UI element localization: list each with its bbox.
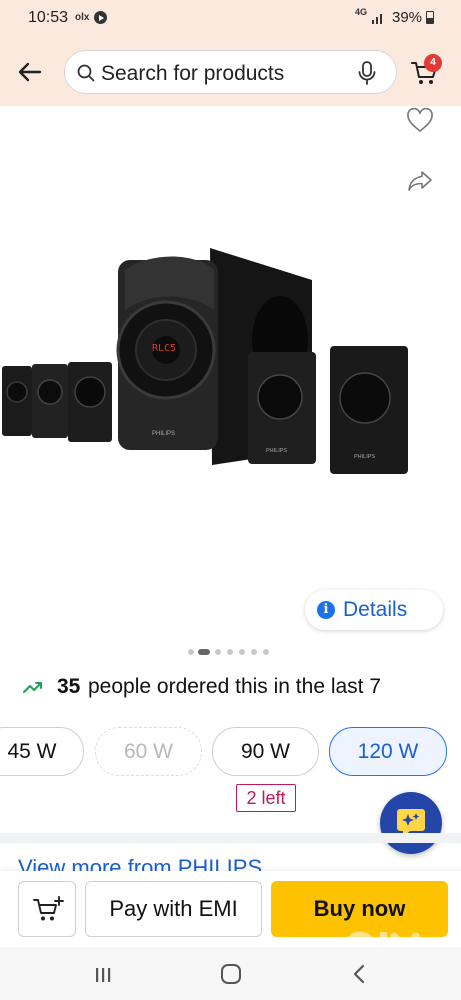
battery-percent: 39%: [392, 9, 423, 26]
arrow-left-icon[interactable]: [14, 56, 46, 88]
satellite-speaker-3: [68, 362, 112, 442]
trending-up-icon: [23, 682, 42, 693]
satellite-speaker-5: PHILIPS: [330, 346, 408, 474]
carousel-dot: [263, 649, 269, 655]
carousel-dot: [215, 649, 221, 655]
olx-notification-icon: olx: [75, 12, 90, 23]
mic-icon[interactable]: [357, 61, 377, 85]
details-button[interactable]: i Details: [305, 590, 443, 630]
variant-chip-60w[interactable]: 60 W: [95, 727, 202, 776]
add-to-cart-button[interactable]: [18, 881, 76, 937]
heart-icon[interactable]: [406, 108, 434, 134]
stock-badge: 2 left: [236, 784, 296, 812]
signal-icon: [372, 14, 382, 24]
carousel-dot: [227, 649, 233, 655]
carousel-dot: [239, 649, 245, 655]
recents-icon[interactable]: [94, 967, 112, 983]
search-placeholder: Search for products: [101, 62, 285, 85]
search-input[interactable]: Search for products: [64, 50, 397, 94]
variant-chip-90w[interactable]: 90 W: [212, 727, 319, 776]
satellite-speaker-2: [32, 364, 68, 438]
back-icon[interactable]: [352, 964, 366, 984]
carousel-dot-active: [198, 649, 210, 655]
ai-assistant-button[interactable]: [380, 792, 442, 854]
pay-with-emi-button[interactable]: Pay with EMI: [85, 881, 262, 937]
ordered-text: people ordered this in the last 7: [88, 675, 382, 698]
variant-chip-45w[interactable]: 45 W: [0, 727, 84, 776]
search-icon: [77, 64, 95, 82]
carousel-dot: [188, 649, 194, 655]
satellite-speaker-4: PHILIPS: [248, 352, 316, 464]
svg-text:RLC5: RLC5: [152, 343, 176, 354]
play-notification-icon: [94, 11, 107, 24]
view-more-link[interactable]: View more from PHILIPS: [18, 855, 262, 871]
satellite-speaker-1: [2, 366, 32, 436]
network-type: 4G: [355, 7, 368, 17]
add-to-cart-icon: [33, 896, 64, 921]
product-image[interactable]: RLC5 PHILIPS PHILIPS PHILIPS: [0, 240, 450, 490]
status-time: 10:53: [28, 9, 69, 26]
share-icon[interactable]: [406, 168, 434, 194]
svg-text:PHILIPS: PHILIPS: [152, 431, 175, 437]
cart-count-badge: 4: [424, 54, 442, 72]
svg-text:PHILIPS: PHILIPS: [354, 454, 375, 460]
status-bar: 10:53 olx 4G 39%: [0, 0, 461, 36]
section-divider: [0, 833, 461, 843]
carousel-dot: [251, 649, 257, 655]
ordered-count: 35: [57, 675, 81, 698]
details-label: Details: [343, 598, 408, 621]
variant-chip-120w[interactable]: 120 W: [329, 727, 447, 776]
header: Search for products 4: [0, 36, 461, 106]
battery-icon: [426, 11, 434, 24]
svg-text:PHILIPS: PHILIPS: [266, 448, 287, 454]
info-icon: i: [317, 601, 335, 619]
home-icon[interactable]: [221, 964, 241, 984]
system-nav-bar: [0, 947, 461, 1000]
